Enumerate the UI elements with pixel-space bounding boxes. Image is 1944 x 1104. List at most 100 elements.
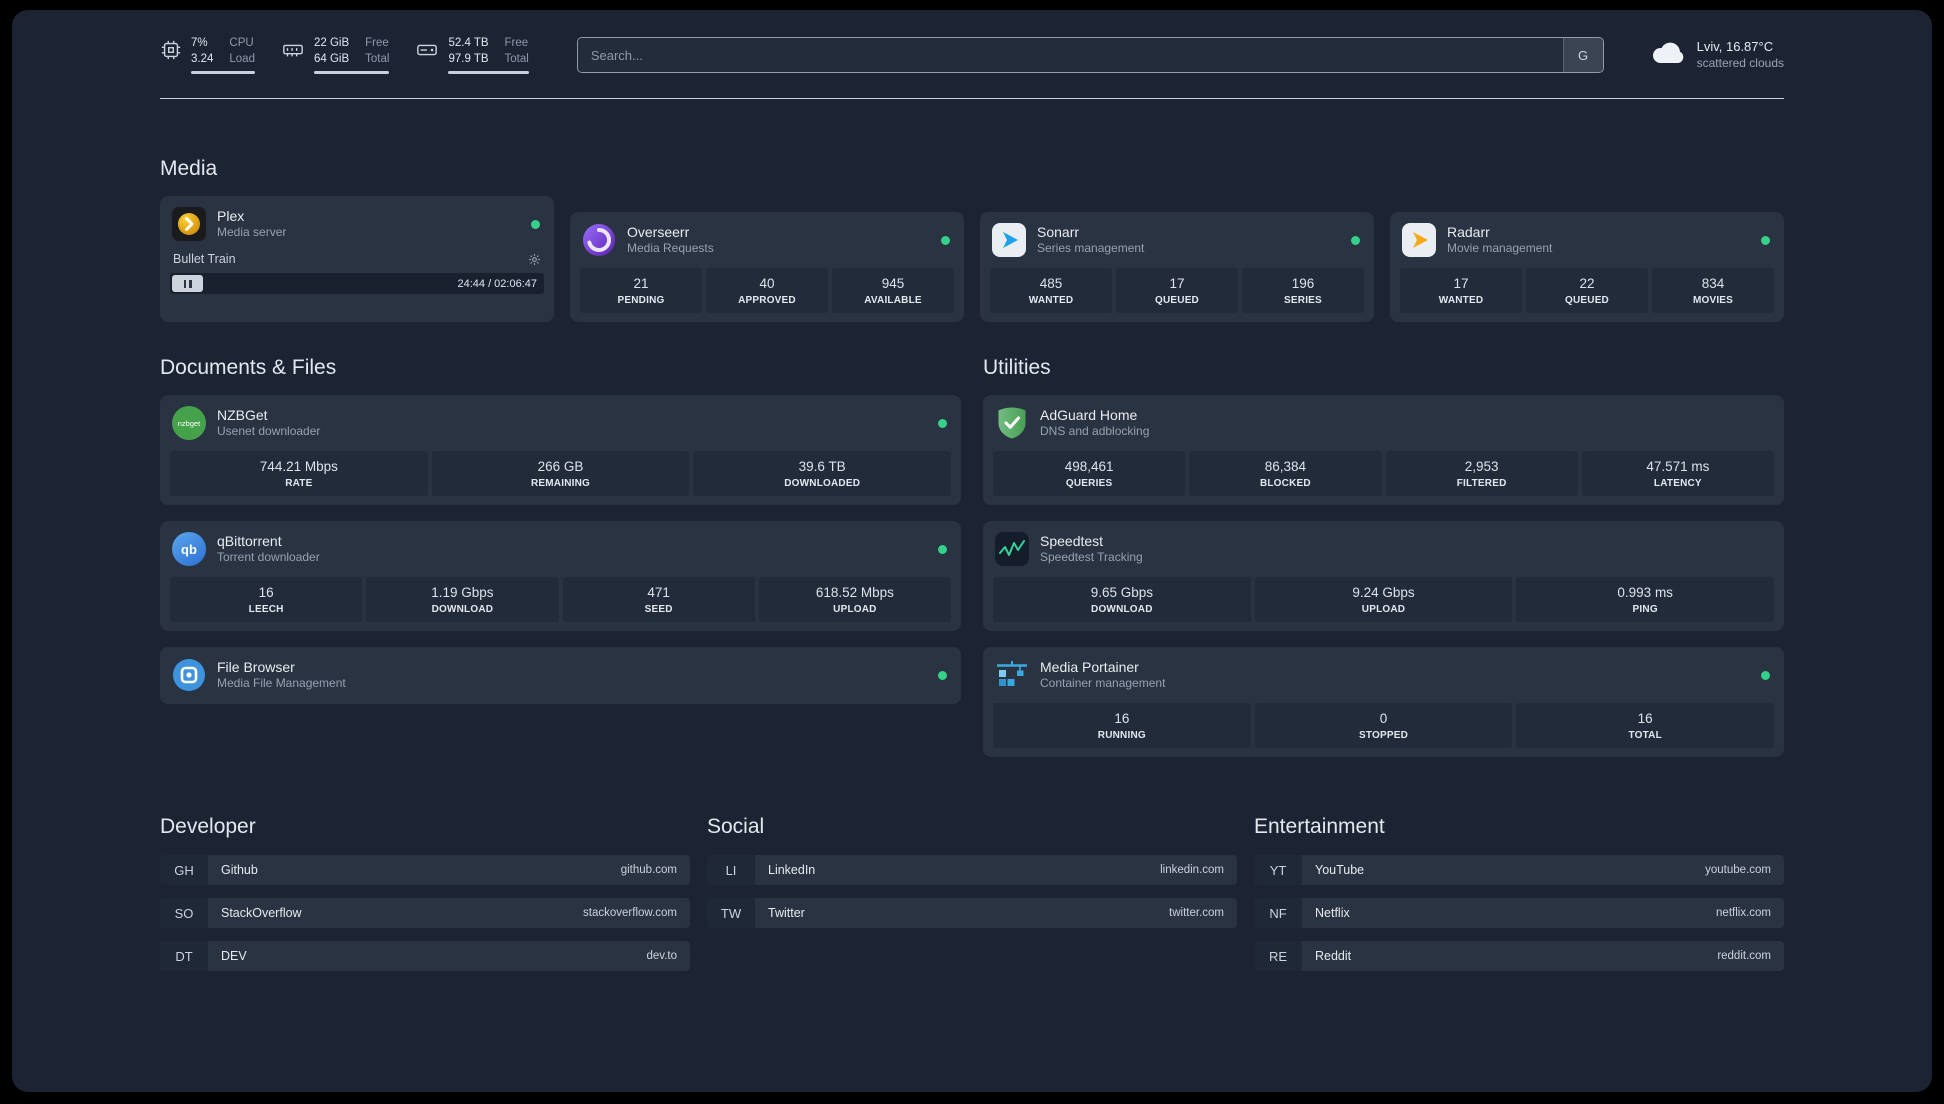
service-name: NZBGet xyxy=(217,407,268,424)
service-name: AdGuard Home xyxy=(1040,407,1138,424)
stat-tile: 618.52 Mbps UPLOAD xyxy=(758,577,951,623)
service-card-qbittorrent[interactable]: qb qBittorrent Torrent downloader 16 LEEC… xyxy=(160,521,961,632)
status-dot xyxy=(1351,235,1360,245)
search-provider-button[interactable]: G xyxy=(1562,38,1603,73)
service-card-radarr[interactable]: Radarr Movie management 17 WANTED 22 QUEUE… xyxy=(1390,212,1784,323)
top-bar: 7% 3.24 CPU Load 22 GiB 64 GiB Free Tota… xyxy=(160,36,1784,75)
stat-tile: 22 QUEUED xyxy=(1526,268,1648,314)
stat-tile: 485 WANTED xyxy=(990,268,1112,314)
weather-widget: Lviv, 16.87°C scattered clouds xyxy=(1650,39,1784,71)
status-dot xyxy=(1761,670,1770,680)
stat-tile: 9.65 Gbps DOWNLOAD xyxy=(993,577,1251,623)
status-dot xyxy=(938,670,947,680)
bookmark-reddit[interactable]: RE Reddit reddit.com xyxy=(1254,941,1784,972)
cpu-label: CPU xyxy=(229,37,254,49)
stat-tile: 471 SEED xyxy=(562,577,755,623)
stat-tile: 16 LEECH xyxy=(170,577,363,623)
dashboard: 7% 3.24 CPU Load 22 GiB 64 GiB Free Tota… xyxy=(12,10,1932,1092)
service-card-nzbget[interactable]: nzbget NZBGet Usenet downloader 744.21 M… xyxy=(160,395,961,506)
section-title-utilities: Utilities xyxy=(983,356,1051,380)
documents-column: Documents & Files nzbget NZBGet Usenet d… xyxy=(160,322,961,705)
status-dot xyxy=(1761,235,1770,245)
service-desc: Speedtest Tracking xyxy=(1040,550,1143,565)
cpu-usage-bar xyxy=(191,71,255,75)
sonarr-icon xyxy=(992,223,1026,258)
section-title-documents: Documents & Files xyxy=(160,356,337,380)
stat-tile: 1.19 Gbps DOWNLOAD xyxy=(366,577,559,623)
status-dot xyxy=(938,544,947,554)
section-title-developer: Developer xyxy=(160,815,256,839)
bookmark-twitter[interactable]: TW Twitter twitter.com xyxy=(707,898,1237,929)
search: G xyxy=(576,37,1604,74)
memory-total-label: Total xyxy=(365,52,390,65)
bookmark-youtube[interactable]: YT YouTube youtube.com xyxy=(1254,855,1784,886)
service-card-filebrowser[interactable]: File Browser Media File Management xyxy=(160,647,961,705)
cpu-load-label: Load xyxy=(229,52,255,65)
service-card-plex[interactable]: Plex Media server Bullet Train 24:44 / 0… xyxy=(160,196,554,323)
stat-tile: 86,384 BLOCKED xyxy=(1189,451,1382,497)
disk-icon xyxy=(415,39,439,74)
service-name: Overseerr xyxy=(627,224,690,241)
service-desc: Container management xyxy=(1040,676,1166,691)
stat-tile: 196 SERIES xyxy=(1242,268,1364,314)
weather-location: Lviv, 16.87°C xyxy=(1696,38,1774,54)
gear-icon[interactable] xyxy=(528,253,541,266)
stat-tile: 16 RUNNING xyxy=(993,703,1251,749)
stat-tile: 498,461 QUERIES xyxy=(993,451,1186,497)
adguard-icon xyxy=(995,406,1029,440)
stat-tile: 945 AVAILABLE xyxy=(832,268,954,314)
service-desc: Media server xyxy=(217,225,287,240)
bookmark-dev[interactable]: DT DEV dev.to xyxy=(160,941,690,972)
service-name: Radarr xyxy=(1447,224,1490,241)
service-card-portainer[interactable]: Media Portainer Container management 16 R… xyxy=(983,647,1784,758)
status-dot xyxy=(531,219,540,229)
portainer-icon xyxy=(995,658,1029,692)
bookmark-netflix[interactable]: NF Netflix netflix.com xyxy=(1254,898,1784,929)
stat-tile: 39.6 TB DOWNLOADED xyxy=(693,451,952,497)
disk-free: 52.4 TB xyxy=(448,37,489,49)
pause-button[interactable] xyxy=(172,275,203,293)
bookmarks-developer: Developer GH Github github.com SO StackOv… xyxy=(160,757,690,984)
stat-tile: 2,953 FILTERED xyxy=(1385,451,1578,497)
bookmark-abbr: GH xyxy=(160,855,208,886)
stat-tile: 17 WANTED xyxy=(1400,268,1522,314)
stat-tile: 17 QUEUED xyxy=(1116,268,1238,314)
service-card-speedtest[interactable]: Speedtest Speedtest Tracking 9.65 Gbps DO… xyxy=(983,521,1784,632)
service-card-overseerr[interactable]: Overseerr Media Requests 21 PENDING 40 APP… xyxy=(570,212,964,323)
status-dot xyxy=(941,235,950,245)
stat-tile: 21 PENDING xyxy=(580,268,702,314)
bookmark-abbr: TW xyxy=(707,898,755,929)
service-card-adguard[interactable]: AdGuard Home DNS and adblocking 498,461 Q… xyxy=(983,395,1784,506)
service-card-sonarr[interactable]: Sonarr Series management 485 WANTED 17 QUE… xyxy=(980,212,1374,323)
stat-tile: 0 STOPPED xyxy=(1254,703,1513,749)
speedtest-icon xyxy=(995,532,1029,567)
stat-tile: 834 MOVIES xyxy=(1652,268,1774,314)
filebrowser-icon xyxy=(172,658,206,692)
disk-total: 97.9 TB xyxy=(448,52,489,65)
search-input[interactable] xyxy=(577,38,1563,73)
stat-tile: 47.571 ms LATENCY xyxy=(1581,451,1774,497)
bookmark-abbr: RE xyxy=(1254,941,1302,972)
nzbget-icon: nzbget xyxy=(172,406,206,441)
disk-widget: 52.4 TB 97.9 TB Free Total xyxy=(415,36,529,75)
bookmark-github[interactable]: GH Github github.com xyxy=(160,855,690,886)
disk-total-label: Total xyxy=(504,52,529,65)
cloud-icon xyxy=(1650,39,1686,71)
media-player-bar: 24:44 / 02:06:47 xyxy=(170,273,544,295)
service-name: Media Portainer xyxy=(1040,659,1139,676)
cpu-load-value: 3.24 xyxy=(191,52,214,65)
bookmark-abbr: NF xyxy=(1254,898,1302,929)
memory-free: 22 GiB xyxy=(313,37,350,49)
bookmark-abbr: YT xyxy=(1254,855,1302,886)
cpu-percent: 7% xyxy=(191,37,208,49)
disk-free-label: Free xyxy=(504,37,529,49)
cpu-widget: 7% 3.24 CPU Load xyxy=(160,36,255,75)
overseerr-icon xyxy=(582,223,616,257)
topbar-divider xyxy=(160,98,1784,100)
utilities-column: Utilities AdGuard Home DNS and adblockin… xyxy=(983,322,1784,758)
section-title-entertainment: Entertainment xyxy=(1254,815,1385,839)
bookmarks-entertainment: Entertainment YT YouTube youtube.com NF N… xyxy=(1254,757,1784,984)
bookmark-linkedin[interactable]: LI LinkedIn linkedin.com xyxy=(707,855,1237,886)
bookmark-stackoverflow[interactable]: SO StackOverflow stackoverflow.com xyxy=(160,898,690,929)
stat-tile: 744.21 Mbps RATE xyxy=(170,451,428,497)
